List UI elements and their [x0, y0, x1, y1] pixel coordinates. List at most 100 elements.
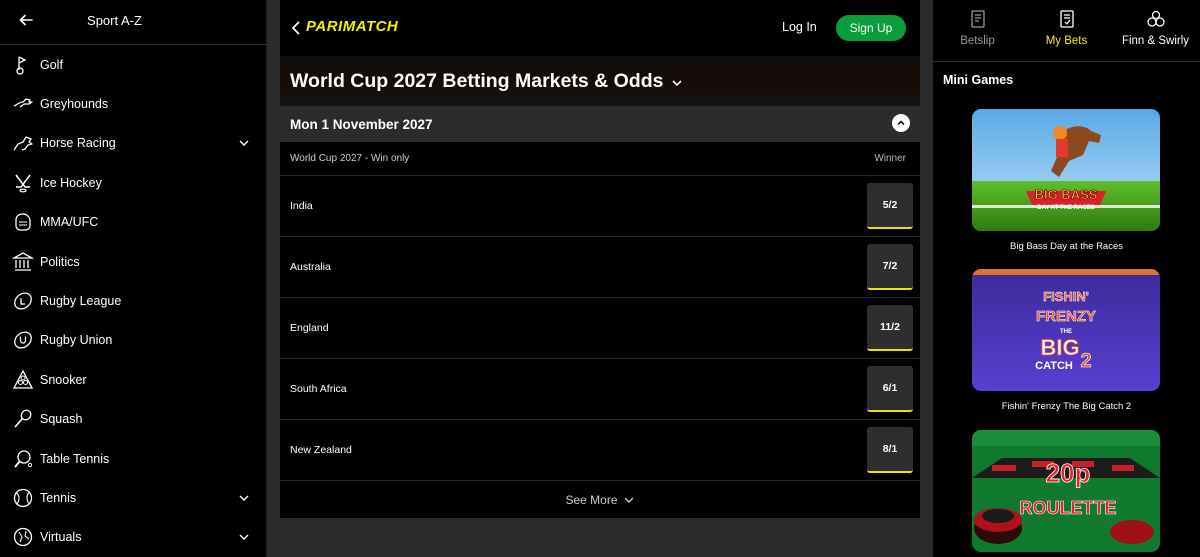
odds-button[interactable]: 5/2 — [867, 183, 913, 229]
sidebar-item-snooker[interactable]: Snooker — [0, 360, 266, 399]
sport-list: Golf Greyhounds Horse Racing Ice Hockey … — [0, 45, 266, 557]
sidebar-item-label: Politics — [40, 254, 80, 269]
chevron-down-icon[interactable] — [238, 531, 250, 543]
chevron-down-icon — [624, 497, 633, 503]
svg-text:BIG: BIG — [1040, 335, 1079, 360]
odds-button[interactable]: 6/1 — [867, 366, 913, 412]
tab-label: Finn & Swirly — [1121, 35, 1190, 47]
sport-sidebar: Sport A-Z Golf Greyhounds Horse Racing I… — [0, 0, 267, 557]
runner-row: England 11/2 — [280, 298, 920, 359]
runner-row: Australia 7/2 — [280, 237, 920, 298]
sidebar-item-greyhounds[interactable]: Greyhounds — [0, 84, 266, 123]
sidebar-item-virtuals[interactable]: Virtuals — [0, 518, 266, 557]
politics-icon — [12, 251, 34, 273]
sidebar-item-rugby-union[interactable]: Rugby Union — [0, 321, 266, 360]
sidebar-item-rugby-league[interactable]: Rugby League — [0, 281, 266, 320]
game-card-20p-roulette[interactable]: 20p ROULETTE — [972, 430, 1160, 552]
sidebar-item-label: Golf — [40, 57, 63, 72]
sidebar-item-label: Greyhounds — [40, 97, 109, 112]
brand-logo[interactable]: PARIMATCH — [306, 18, 398, 35]
market-column-label: Winner — [874, 153, 906, 164]
sidebar-item-golf[interactable]: Golf — [0, 45, 266, 84]
sidebar-header: Sport A-Z — [0, 0, 266, 45]
see-more-label: See More — [565, 493, 618, 507]
runner-name: Australia — [290, 261, 331, 273]
game-name: Big Bass Day at the Races — [1010, 241, 1123, 252]
svg-text:FRENZY: FRENZY — [1036, 308, 1096, 325]
signup-button[interactable]: Sign Up — [836, 15, 906, 41]
page-title-row[interactable]: World Cup 2027 Betting Markets & Odds — [280, 56, 920, 106]
odds-button[interactable]: 11/2 — [867, 305, 913, 351]
right-tabs: Betslip My Bets Finn & Swirly — [933, 0, 1200, 62]
snooker-icon — [12, 369, 34, 391]
runner-name: New Zealand — [290, 444, 352, 456]
sidebar-item-label: Rugby League — [40, 294, 122, 309]
table-tennis-icon — [12, 448, 34, 470]
see-more-button[interactable]: See More — [280, 481, 920, 519]
tab-my-bets[interactable]: My Bets — [1022, 0, 1111, 61]
chevron-left-icon[interactable] — [290, 19, 302, 37]
svg-text:2: 2 — [1080, 350, 1091, 372]
runner-name: India — [290, 200, 313, 212]
svg-text:ROULETTE: ROULETTE — [1020, 498, 1117, 518]
sidebar-item-label: Virtuals — [40, 530, 82, 545]
chevron-up-icon — [897, 120, 905, 126]
svg-text:20p: 20p — [1046, 458, 1091, 488]
sidebar-item-horse-racing[interactable]: Horse Racing — [0, 124, 266, 163]
tab-betslip[interactable]: Betslip — [933, 0, 1022, 61]
sidebar-item-squash[interactable]: Squash — [0, 400, 266, 439]
ice-hockey-icon — [12, 172, 34, 194]
sidebar-item-label: Snooker — [40, 372, 87, 387]
market-header: World Cup 2027 - Win only Winner — [280, 142, 920, 176]
sidebar-item-label: MMA/UFC — [40, 215, 99, 230]
sidebar-item-ice-hockey[interactable]: Ice Hockey — [0, 163, 266, 202]
odds-button[interactable]: 8/1 — [867, 427, 913, 473]
sidebar-item-tennis[interactable]: Tennis — [0, 478, 266, 517]
rugby-league-icon — [12, 290, 34, 312]
page-title: World Cup 2027 Betting Markets & Odds — [290, 69, 664, 92]
mma-icon — [12, 211, 34, 233]
sidebar-item-table-tennis[interactable]: Table Tennis — [0, 439, 266, 478]
top-bar: PARIMATCH Log In Sign Up — [280, 0, 920, 56]
mini-games-title: Mini Games — [943, 73, 1014, 87]
sidebar-item-label: Rugby Union — [40, 333, 113, 348]
main-content: PARIMATCH Log In Sign Up World Cup 2027 … — [280, 0, 920, 518]
tennis-icon — [12, 487, 34, 509]
game-name: Fishin' Frenzy The Big Catch 2 — [1001, 401, 1132, 412]
game-card-big-bass[interactable]: BIG BASS DAY AT THE RACES — [972, 109, 1160, 231]
chevron-down-icon[interactable] — [238, 492, 250, 504]
collapse-button[interactable] — [892, 114, 910, 132]
roulette-artwork: 20p ROULETTE — [972, 430, 1160, 552]
finn-swirly-icon — [1146, 10, 1165, 27]
svg-text:BIG BASS: BIG BASS — [1035, 187, 1098, 202]
golf-icon — [12, 54, 34, 76]
horse-racing-icon — [12, 132, 34, 154]
sidebar-title: Sport A-Z — [87, 13, 142, 28]
right-panel: Betslip My Bets Finn & Swirly Mini Games — [933, 0, 1200, 557]
sidebar-item-label: Tennis — [40, 490, 77, 505]
tab-label: Betslip — [960, 35, 995, 47]
fishin-frenzy-artwork: FISHIN' FRENZY THE BIG CATCH 2 — [972, 269, 1160, 391]
game-card-fishin-frenzy[interactable]: FISHIN' FRENZY THE BIG CATCH 2 — [972, 269, 1160, 391]
odds-button[interactable]: 7/2 — [867, 244, 913, 290]
runner-name: South Africa — [290, 383, 347, 395]
sidebar-item-label: Table Tennis — [40, 451, 110, 466]
runner-row: New Zealand 8/1 — [280, 420, 920, 481]
betslip-icon — [970, 10, 985, 28]
market-name: World Cup 2027 - Win only — [290, 153, 410, 164]
chevron-down-icon[interactable] — [238, 137, 250, 149]
event-date: Mon 1 November 2027 — [290, 116, 433, 132]
runner-row: India 5/2 — [280, 176, 920, 237]
sidebar-item-label: Horse Racing — [40, 136, 116, 151]
login-button[interactable]: Log In — [782, 20, 817, 34]
sidebar-item-politics[interactable]: Politics — [0, 242, 266, 281]
svg-text:DAY AT THE RACES: DAY AT THE RACES — [1037, 205, 1094, 211]
sidebar-item-mma-ufc[interactable]: MMA/UFC — [0, 203, 266, 242]
squash-icon — [12, 408, 34, 430]
sidebar-item-label: Squash — [40, 412, 83, 427]
rugby-union-icon — [12, 329, 34, 351]
tab-finn-swirly[interactable]: Finn & Swirly — [1111, 0, 1200, 61]
runner-name: England — [290, 322, 329, 334]
tab-label: My Bets — [1045, 35, 1088, 47]
chevron-down-icon[interactable] — [671, 77, 683, 89]
